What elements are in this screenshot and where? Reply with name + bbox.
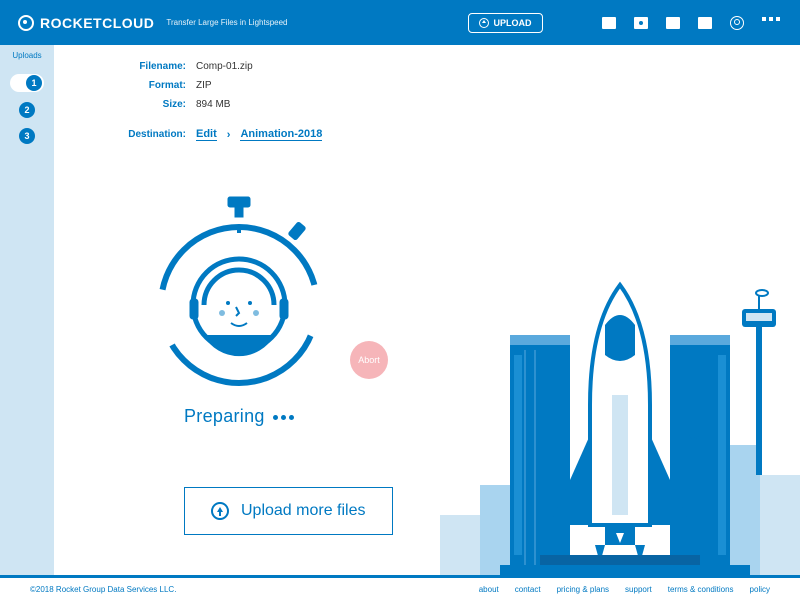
upload-more-button[interactable]: Upload more files	[184, 487, 393, 535]
account-icon[interactable]	[730, 16, 744, 30]
abort-button[interactable]: Abort	[350, 341, 388, 379]
size-value: 894 MB	[196, 95, 230, 114]
header-bar: ROCKETCLOUD Transfer Large Files in Ligh…	[0, 0, 800, 45]
size-label: Size:	[126, 95, 186, 114]
status-text: Preparing	[144, 406, 334, 427]
dashboard-icon[interactable]	[602, 17, 616, 29]
footer-link-support[interactable]: support	[625, 585, 652, 594]
footer-link-pricing[interactable]: pricing & plans	[557, 585, 609, 594]
progress-indicator: Preparing	[144, 195, 334, 427]
camera-icon[interactable]	[634, 17, 648, 29]
destination-label: Destination:	[126, 129, 186, 140]
footer-links: about contact pricing & plans support te…	[479, 585, 770, 594]
upload-step-1[interactable]: 1	[10, 74, 44, 92]
footer: ©2018 Rocket Group Data Services LLC. ab…	[0, 575, 800, 600]
document-icon[interactable]	[666, 17, 680, 29]
sidebar-title: Uploads	[12, 51, 41, 60]
file-meta: Filename: Comp-01.zip Format: ZIP Size: …	[126, 57, 322, 141]
copyright-text: ©2018 Rocket Group Data Services LLC.	[30, 585, 176, 594]
menu-icon[interactable]	[762, 17, 782, 29]
footer-link-contact[interactable]: contact	[515, 585, 541, 594]
upload-button-label: UPLOAD	[494, 18, 532, 28]
brand-name: ROCKETCLOUD	[40, 15, 154, 31]
loading-dots-icon	[270, 406, 294, 426]
footer-link-about[interactable]: about	[479, 585, 499, 594]
rocket-logo-icon	[18, 15, 34, 31]
destination-row: Destination: Edit › Animation-2018	[126, 128, 322, 141]
format-value: ZIP	[196, 76, 212, 95]
chevron-right-icon: ›	[227, 129, 231, 141]
header-nav	[602, 16, 782, 30]
footer-link-policy[interactable]: policy	[750, 585, 770, 594]
footer-link-terms[interactable]: terms & conditions	[668, 585, 734, 594]
folder-icon[interactable]	[698, 17, 712, 29]
edit-destination-link[interactable]: Edit	[196, 128, 217, 141]
uploads-sidebar: Uploads 1 2 3	[0, 45, 54, 575]
brand-tagline: Transfer Large Files in Lightspeed	[166, 18, 287, 27]
upload-arrow-icon	[211, 502, 229, 520]
upload-step-3[interactable]: 3	[19, 128, 35, 144]
destination-folder[interactable]: Animation-2018	[240, 128, 322, 141]
format-label: Format:	[126, 76, 186, 95]
upload-more-label: Upload more files	[241, 502, 366, 520]
step-number: 1	[26, 75, 42, 91]
stopwatch-astronaut-icon	[144, 195, 334, 395]
main-panel: Filename: Comp-01.zip Format: ZIP Size: …	[54, 45, 800, 575]
rocket-launchpad-illustration	[440, 265, 800, 575]
upload-step-2[interactable]: 2	[19, 102, 35, 118]
upload-button[interactable]: UPLOAD	[468, 13, 543, 33]
brand[interactable]: ROCKETCLOUD Transfer Large Files in Ligh…	[18, 15, 288, 31]
filename-label: Filename:	[126, 57, 186, 76]
filename-value: Comp-01.zip	[196, 57, 253, 76]
upload-icon	[479, 18, 489, 28]
